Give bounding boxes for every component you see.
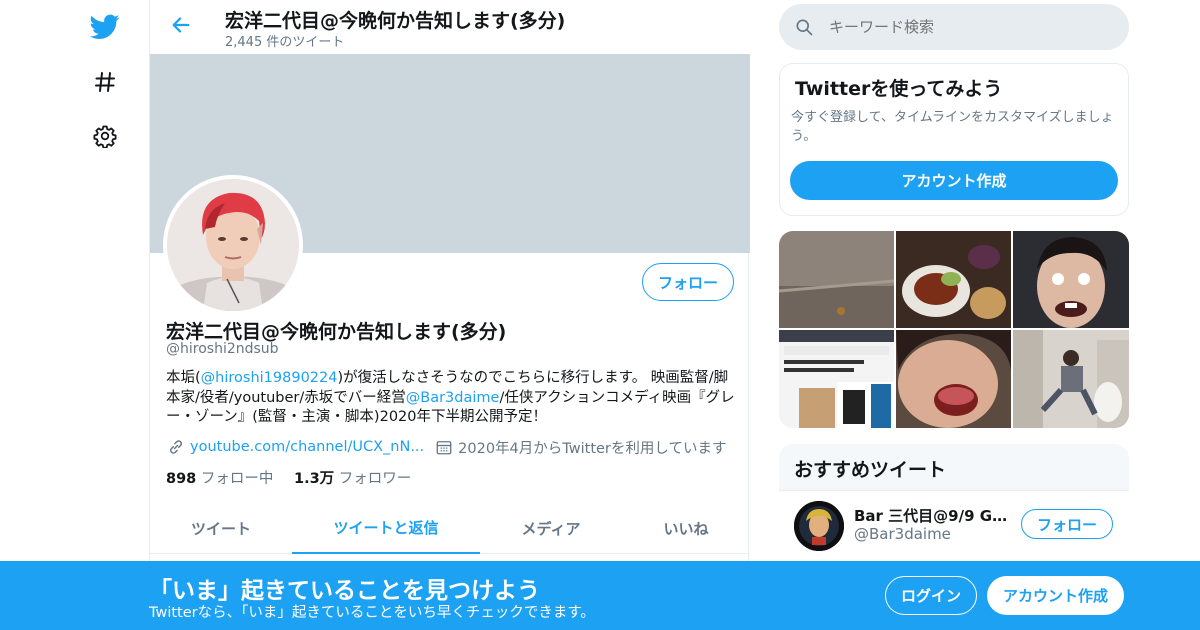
profile-meta: youtube.com/channel/UCX_nN... 2020年4月からT… (166, 436, 726, 458)
try-twitter-description: 今すぐ登録して、タイムラインをカスタマイズしましょう。 (791, 110, 1114, 144)
try-twitter-card: Twitterを使ってみよう 今すぐ登録して、タイムラインをカスタマイズしましょ… (779, 63, 1129, 216)
tab-tweets[interactable]: ツイート (150, 502, 292, 554)
back-arrow-icon[interactable] (168, 12, 194, 38)
header-title: 宏洋二代目@今晩何か告知します(多分) (225, 10, 566, 32)
search-icon (793, 16, 815, 38)
link-icon (166, 437, 186, 457)
bottom-bar-subtitle: Twitterなら、「いま」起きていることをいち早くチェックできます。 (149, 605, 595, 621)
joined-date: 2020年4月からTwitterを利用しています (458, 440, 727, 457)
media-thumbnail[interactable] (896, 231, 1011, 328)
following-label: フォロー中 (200, 471, 274, 487)
calendar-icon (434, 437, 454, 457)
profile-tabs: ツイート ツイートと返信 メディア いいね (150, 502, 750, 554)
twitter-bird-icon[interactable] (88, 10, 122, 44)
followers-label: フォロワー (338, 471, 412, 487)
follow-button[interactable]: フォロー (642, 263, 734, 301)
left-nav (70, 0, 150, 630)
bio-mention-link[interactable]: @hiroshi19890224 (201, 370, 338, 386)
avatar[interactable] (794, 501, 844, 551)
media-thumbnail[interactable] (896, 330, 1011, 428)
tweet-count: 2,445 件のツイート (225, 35, 345, 50)
recommended-user-handle: @Bar3daime (854, 525, 951, 543)
profile-bio: 本垢(@hiroshi19890224)が復活しなさそうなのでこちらに移行します… (166, 369, 736, 428)
followers-count: 1.3万 (294, 471, 335, 487)
media-thumbnail[interactable] (779, 330, 894, 428)
followers-link[interactable]: 1.3万 フォロワー (294, 471, 411, 487)
media-thumbnail[interactable] (779, 231, 894, 328)
login-button[interactable]: ログイン (885, 576, 977, 615)
tab-media[interactable]: メディア (480, 502, 622, 554)
recommended-title: おすすめツイート (794, 459, 947, 481)
profile-handle: @hiroshi2ndsub (166, 341, 279, 357)
bio-mention-link[interactable]: @Bar3daime (406, 390, 500, 406)
search-bar[interactable] (779, 4, 1129, 50)
hashtag-icon[interactable] (88, 65, 122, 99)
recommended-user-name[interactable]: Bar 三代目@9/9 Goth... (854, 505, 1014, 526)
search-input[interactable] (829, 4, 1119, 50)
media-thumbnail[interactable] (1013, 330, 1129, 428)
follow-button[interactable]: フォロー (1021, 509, 1113, 539)
try-twitter-title: Twitterを使ってみよう (795, 78, 1003, 100)
profile-column: 宏洋二代目@今晩何か告知します(多分) 2,445 件のツイート フォロー 宏洋… (149, 0, 750, 630)
tab-tweets-and-replies[interactable]: ツイートと返信 (292, 502, 480, 554)
avatar[interactable] (163, 175, 303, 315)
signup-prompt-bar: 「いま」起きていることを見つけよう Twitterなら、「いま」起きていることを… (0, 561, 1200, 630)
bottom-bar-title: 「いま」起きていることを見つけよう (149, 578, 540, 604)
following-link[interactable]: 898 フォロー中 (166, 471, 273, 487)
profile-header: 宏洋二代目@今晩何か告知します(多分) 2,445 件のツイート (150, 0, 750, 54)
following-count: 898 (166, 471, 197, 487)
create-account-button[interactable]: アカウント作成 (790, 161, 1118, 200)
tab-likes[interactable]: いいね (622, 502, 750, 554)
website-link[interactable]: youtube.com/channel/UCX_nN... (190, 439, 424, 455)
gear-icon[interactable] (88, 119, 122, 153)
follow-counts: 898 フォロー中 1.3万 フォロワー (166, 467, 411, 488)
media-thumbnail[interactable] (1013, 231, 1129, 328)
media-grid (779, 231, 1129, 428)
bio-text: 本垢( (166, 370, 201, 386)
profile-name: 宏洋二代目@今晩何か告知します(多分) (166, 321, 507, 343)
signup-button[interactable]: アカウント作成 (987, 576, 1124, 615)
recommended-tweets-card: おすすめツイート Bar 三代目@9/9 Goth... @Bar3daime … (779, 444, 1129, 574)
